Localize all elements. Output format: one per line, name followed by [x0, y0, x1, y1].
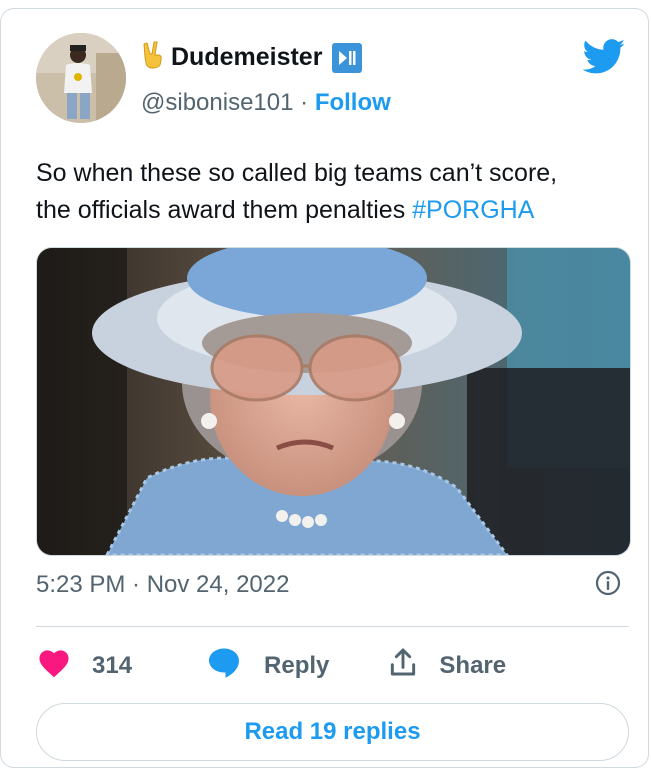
handle-row: @sibonise101 · Follow	[141, 89, 391, 117]
tweet-text-line-2: the officials award them penalties #PORG…	[36, 192, 626, 229]
tweet-text: So when these so called big teams can’t …	[36, 155, 626, 229]
avatar-photo	[36, 33, 126, 123]
victory-hand-icon	[141, 41, 165, 74]
like-button[interactable]: 314	[36, 646, 132, 685]
tweet-timestamp[interactable]: 5:23 PM · Nov 24, 2022	[36, 571, 289, 599]
tweet-text-line-1: So when these so called big teams can’t …	[36, 159, 558, 187]
tweet-card: Dudemeister @sibonise101 · Follow So whe…	[0, 8, 649, 768]
follow-button[interactable]: Follow	[315, 89, 391, 116]
tweet-text-line-2-body: the officials award them penalties	[36, 196, 413, 224]
share-label: Share	[439, 651, 507, 679]
twitter-bird-icon[interactable]	[582, 39, 626, 80]
separator: ·	[300, 89, 309, 116]
tweet-actions: 314 Reply Share	[36, 645, 506, 686]
reply-label: Reply	[264, 651, 330, 679]
avatar[interactable]	[36, 33, 126, 123]
share-button[interactable]: Share	[367, 646, 506, 685]
user-handle[interactable]: @sibonise101	[141, 89, 293, 116]
info-icon[interactable]	[595, 570, 621, 601]
speech-bubble-icon	[206, 645, 242, 686]
heart-icon	[36, 646, 72, 685]
read-replies-button[interactable]: Read 19 replies	[36, 703, 629, 761]
hashtag-link[interactable]: #PORGHA	[412, 196, 534, 224]
display-name[interactable]: Dudemeister	[171, 43, 322, 72]
divider	[36, 626, 629, 627]
share-upload-icon	[387, 646, 419, 685]
play-pause-icon	[332, 42, 363, 73]
like-count: 314	[92, 651, 133, 679]
media-photo	[37, 248, 630, 555]
reply-button[interactable]: Reply	[184, 645, 329, 686]
tweet-media-image[interactable]	[36, 247, 631, 556]
user-name-row[interactable]: Dudemeister	[141, 41, 363, 74]
